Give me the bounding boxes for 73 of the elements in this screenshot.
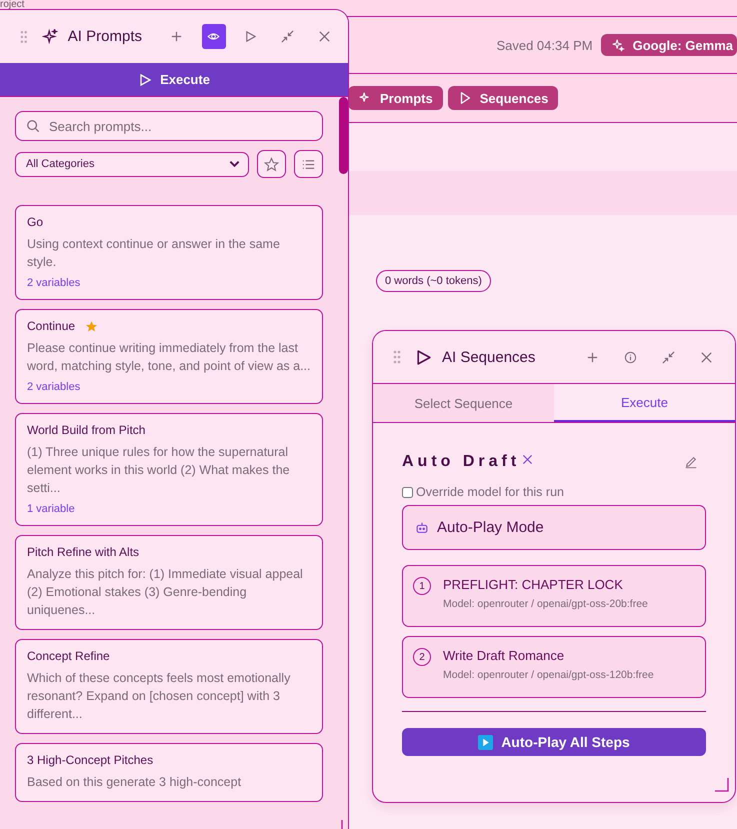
sequence-step[interactable]: 2 Write Draft Romance Model: openrouter / openai/gpt-oss-120b:free	[402, 636, 706, 698]
scrollbar[interactable]	[339, 97, 348, 174]
mode-label: Auto-Play Mode	[437, 519, 544, 536]
prompt-description: (1) Three unique rules for how the supernatural element works in this world (2) What makes the setti...	[27, 444, 291, 497]
resize-handle-icon[interactable]	[715, 778, 729, 792]
step-model: Model: openrouter / openai/gpt-oss-120b:free	[443, 669, 654, 681]
preview-toggle[interactable]	[202, 24, 226, 49]
prompt-card[interactable]: Go Using context continue or answer in the same style. 2 variables	[15, 205, 323, 300]
info-icon	[624, 350, 637, 364]
list-view-button[interactable]	[294, 150, 323, 178]
close-icon	[318, 30, 331, 43]
word-count: 0 words (~0 tokens)	[376, 270, 491, 292]
toolbar-button[interactable]: Sequences	[448, 86, 558, 110]
prompt-card[interactable]: Pitch Refine with Alts Analyze this pitch for: (1) Immediate visual appeal (2) Emotional stakes (3) Genre-bending uniquenes...	[15, 535, 323, 630]
override-checkbox[interactable]	[402, 486, 413, 498]
step-number: 1	[413, 577, 431, 595]
drag-handle-icon[interactable]	[20, 30, 28, 44]
execute-button[interactable]: Execute	[0, 63, 348, 97]
play-icon	[244, 30, 257, 43]
play-icon	[415, 348, 432, 366]
variable-count: 2 variables	[27, 381, 82, 393]
sparkle-icon	[42, 28, 58, 45]
plus-icon	[170, 30, 184, 43]
checkbox-label: Override model for this run	[416, 485, 564, 499]
play-icon	[478, 734, 494, 750]
variable-count: 2 variables	[27, 277, 82, 289]
search-field[interactable]: Search prompts...	[15, 111, 323, 141]
step-model: Model: openrouter / openai/gpt-oss-20b:free	[443, 598, 648, 610]
chevron-down-icon	[229, 160, 240, 168]
save-status: Saved 04:34 PM	[496, 38, 593, 52]
prompt-title: Go	[27, 215, 44, 229]
plus-icon	[586, 350, 599, 364]
tab[interactable]: Execute	[554, 384, 735, 422]
prompt-card[interactable]: Continue Please continue writing immediately from the last word, matching style, tone, and point of view as a... 2 variables	[15, 309, 323, 404]
panel-title: AI Prompts	[68, 28, 142, 45]
sequence-name: Auto Draft	[402, 453, 520, 471]
model-badge[interactable]: Google: Gemma	[600, 34, 737, 56]
prompt-description: Analyze this pitch for: (1) Immediate visual appeal (2) Emotional stakes (3) Genre-bending uniquenes...	[27, 566, 304, 619]
breadcrumb-text: roject	[0, 0, 24, 12]
robot-icon	[415, 520, 429, 534]
variable-count: 1 variable	[27, 503, 76, 515]
prompt-description: Please continue writing immediately from the last word, matching style, tone, and point of view as a...	[27, 340, 311, 375]
sparkle-icon	[610, 38, 625, 52]
prompt-title: Continue	[27, 319, 76, 333]
prompt-card[interactable]: 3 High-Concept Pitches Based on this generate 3 high-concept	[15, 743, 323, 802]
play-icon	[138, 72, 152, 86]
prompt-description: Using context continue or answer in the same style.	[27, 236, 281, 271]
tab[interactable]: Select Sequence	[373, 384, 554, 422]
step-name: PREFLIGHT: CHAPTER LOCK	[443, 577, 624, 592]
star-icon	[264, 156, 279, 172]
prompt-card[interactable]: World Build from Pitch (1) Three unique rules for how the supernatural element works in this world (2) What makes the setti... 1 variable	[15, 413, 323, 526]
prompt-title: Concept Refine	[27, 649, 110, 663]
sequence-step[interactable]: 1 PREFLIGHT: CHAPTER LOCK Model: openrouter / openai/gpt-oss-20b:free	[402, 565, 706, 627]
search-icon	[26, 119, 40, 133]
collapse-icon	[662, 350, 675, 364]
auto-play-button[interactable]: Auto-Play All Steps	[402, 728, 706, 756]
pencil-icon[interactable]	[684, 455, 698, 469]
prompt-title: 3 High-Concept Pitches	[27, 753, 154, 767]
favorites-filter-button[interactable]	[257, 150, 286, 178]
step-number: 2	[413, 648, 431, 666]
close-icon	[700, 350, 713, 364]
category-dropdown[interactable]: All Categories	[15, 152, 249, 176]
close-icon[interactable]	[522, 454, 534, 465]
toolbar-button[interactable]: Prompts	[348, 86, 443, 110]
prompt-title: Pitch Refine with Alts	[27, 545, 140, 559]
collapse-icon	[280, 30, 294, 43]
prompt-title: World Build from Pitch	[27, 423, 146, 437]
prompt-card[interactable]: Concept Refine Which of these concepts feels most emotionally resonant? Expand on [chosen concept] with 3 different...	[15, 639, 323, 734]
prompt-description: Based on this generate 3 high-concept	[27, 774, 242, 791]
drag-handle-icon[interactable]	[393, 350, 401, 364]
prompt-description: Which of these concepts feels most emotionally resonant? Expand on [chosen concept] with 3 different...	[27, 670, 292, 723]
panel-title: AI Sequences	[442, 348, 536, 366]
step-name: Write Draft Romance	[443, 648, 566, 663]
